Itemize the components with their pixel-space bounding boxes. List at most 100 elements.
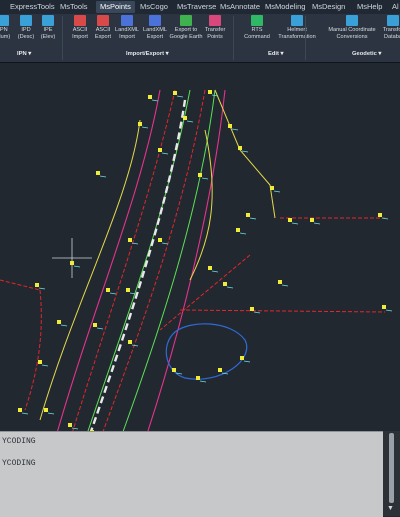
export-google-earth-icon bbox=[180, 15, 192, 26]
landxml-import-icon bbox=[121, 15, 133, 26]
ipe-icon bbox=[42, 15, 54, 26]
command-history-line: YCODING bbox=[2, 459, 36, 468]
button-label: ASCII bbox=[72, 27, 88, 33]
survey-point[interactable] bbox=[310, 218, 321, 225]
command-window[interactable]: YCODING YCODING bbox=[0, 431, 383, 517]
helmert-transformation-button[interactable]: Helmert Transformation bbox=[274, 15, 320, 40]
survey-point[interactable] bbox=[172, 368, 183, 375]
scroll-down-icon[interactable]: ▼ bbox=[387, 505, 394, 512]
tab-mscogo[interactable]: MsCogo bbox=[140, 2, 168, 11]
survey-point[interactable] bbox=[158, 238, 169, 245]
survey-point[interactable] bbox=[128, 340, 139, 347]
survey-point[interactable] bbox=[183, 116, 194, 123]
ascii-export-icon bbox=[97, 15, 109, 26]
button-label: Import bbox=[119, 33, 135, 40]
survey-point[interactable] bbox=[96, 171, 107, 178]
survey-point[interactable] bbox=[38, 360, 49, 367]
survey-point[interactable] bbox=[223, 282, 234, 289]
button-label: Transfer bbox=[204, 27, 226, 33]
button-label: Transformation bbox=[278, 33, 316, 40]
ipd-button[interactable]: IPD (Desc) bbox=[16, 15, 36, 40]
tab-expresstools[interactable]: ExpressTools bbox=[10, 2, 55, 11]
parcel-line-diagonal[interactable] bbox=[159, 254, 251, 331]
button-label: Points bbox=[207, 33, 223, 40]
transformation-database-icon bbox=[387, 15, 399, 26]
survey-point[interactable] bbox=[57, 320, 68, 327]
button-label: Import bbox=[72, 33, 88, 40]
survey-point[interactable] bbox=[70, 261, 81, 268]
transfer-points-button[interactable]: Transfer Points bbox=[203, 15, 227, 40]
boundary-yellow-east[interactable] bbox=[214, 89, 276, 219]
button-label: Alum) bbox=[0, 33, 11, 40]
tab-mstools[interactable]: MsTools bbox=[60, 2, 88, 11]
road-centerline[interactable] bbox=[86, 99, 187, 441]
button-label: LandXML bbox=[115, 27, 139, 33]
survey-point[interactable] bbox=[228, 124, 239, 131]
survey-point[interactable] bbox=[278, 280, 289, 287]
ipe-button[interactable]: IPE (Elev) bbox=[38, 15, 58, 40]
export-google-earth-button[interactable]: Export to Google Earth bbox=[168, 15, 204, 40]
road-line-green-1[interactable] bbox=[84, 89, 191, 441]
survey-point[interactable] bbox=[270, 186, 281, 193]
drawing-canvas[interactable] bbox=[0, 63, 400, 443]
ascii-import-icon bbox=[74, 15, 86, 26]
ribbon-group-geodetic[interactable]: Geodetic ▾ bbox=[352, 51, 381, 57]
road-line-red-2[interactable] bbox=[99, 89, 206, 441]
road-edge-right[interactable] bbox=[144, 89, 226, 441]
ascii-export-button[interactable]: ASCII Export bbox=[93, 15, 113, 40]
command-window-scrollbar[interactable]: ▼ bbox=[383, 431, 400, 516]
tab-mshelp[interactable]: MsHelp bbox=[357, 2, 382, 11]
ribbon-group-edit[interactable]: Edit ▾ bbox=[268, 51, 283, 57]
ribbon-group-import-export[interactable]: Import/Export ▾ bbox=[126, 51, 169, 57]
tab-msannotate[interactable]: MsAnnotate bbox=[220, 2, 260, 11]
rts-command-button[interactable]: RTS Command bbox=[244, 15, 270, 40]
survey-point[interactable] bbox=[18, 408, 29, 415]
ribbon-group-ipn[interactable]: IPN ▾ bbox=[17, 51, 31, 57]
survey-point[interactable] bbox=[173, 91, 184, 98]
tab-mstraverse[interactable]: MsTraverse bbox=[177, 2, 216, 11]
landxml-export-button[interactable]: LandXML Export bbox=[141, 15, 169, 40]
survey-point[interactable] bbox=[68, 423, 79, 430]
survey-point[interactable] bbox=[250, 307, 261, 314]
survey-point[interactable] bbox=[208, 266, 219, 273]
parcel-line-west[interactable] bbox=[0, 279, 41, 291]
tab-al[interactable]: Al bbox=[392, 2, 399, 11]
ascii-import-button[interactable]: ASCII Import bbox=[70, 15, 90, 40]
survey-point[interactable] bbox=[246, 213, 257, 220]
transformation-database-button[interactable]: TransforDataba bbox=[378, 15, 400, 40]
road-line-red-1[interactable] bbox=[69, 89, 176, 441]
survey-point[interactable] bbox=[158, 148, 169, 155]
scrollbar-thumb[interactable] bbox=[389, 433, 394, 503]
cad-drawing[interactable] bbox=[0, 63, 400, 443]
survey-point[interactable] bbox=[93, 323, 104, 330]
survey-point[interactable] bbox=[126, 288, 137, 295]
survey-point[interactable] bbox=[35, 283, 46, 290]
survey-point[interactable] bbox=[218, 368, 229, 375]
ipn-button[interactable]: IPNAlum) bbox=[0, 15, 12, 40]
manual-coordinate-conversions-button[interactable]: Manual Coordinate Conversions bbox=[325, 15, 379, 40]
parcel-line-west-2[interactable] bbox=[24, 289, 42, 411]
survey-point[interactable] bbox=[288, 218, 299, 225]
survey-point[interactable] bbox=[148, 95, 159, 102]
crosshair-cursor[interactable] bbox=[52, 238, 92, 278]
survey-point[interactable] bbox=[238, 146, 249, 153]
road-edge-left[interactable] bbox=[54, 89, 161, 441]
survey-point[interactable] bbox=[106, 288, 117, 295]
pond-outline[interactable] bbox=[165, 323, 248, 380]
button-label: (Desc) bbox=[17, 33, 35, 40]
survey-point[interactable] bbox=[382, 305, 393, 312]
command-history-line: YCODING bbox=[2, 437, 36, 446]
tab-msdesign[interactable]: MsDesign bbox=[312, 2, 345, 11]
road-line-green-2[interactable] bbox=[119, 89, 216, 441]
button-label: (Elev) bbox=[40, 33, 56, 40]
ribbon-panel: IPNAlum)IPD(Desc)IPE(Elev)ASCIIImportASC… bbox=[0, 14, 400, 63]
ribbon-separator bbox=[233, 16, 234, 60]
landxml-import-button[interactable]: LandXML Import bbox=[113, 15, 141, 40]
button-label: LandXML bbox=[143, 27, 167, 33]
parcel-line-south[interactable] bbox=[179, 309, 386, 313]
survey-point[interactable] bbox=[44, 408, 55, 415]
tab-msmodeling[interactable]: MsModeling bbox=[265, 2, 305, 11]
tab-mspoints[interactable]: MsPoints bbox=[96, 1, 135, 13]
button-label: ASCII bbox=[95, 27, 111, 33]
survey-point[interactable] bbox=[236, 228, 247, 235]
